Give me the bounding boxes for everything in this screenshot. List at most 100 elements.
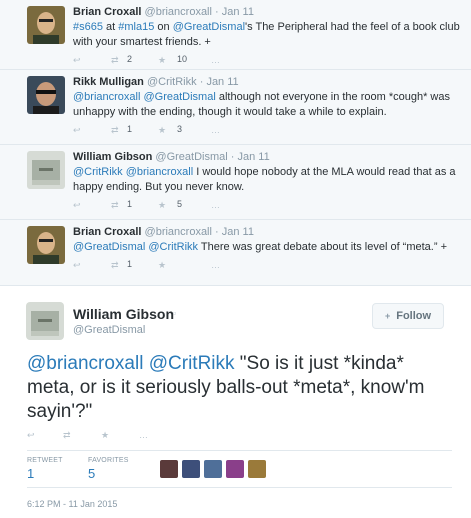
main-tweet: William Gibson ▫ @GreatDismal + Follow @…: [0, 286, 471, 518]
reply-icon[interactable]: ↩: [73, 56, 81, 65]
tweet-actions: ↩ ⇄ 2 ★ 10 …: [73, 54, 463, 68]
tweet-actions: ↩ ⇄ 1 ★ …: [73, 259, 463, 273]
hashtag-link[interactable]: #s665: [73, 21, 103, 33]
mention-link[interactable]: @GreatDismal: [143, 91, 215, 103]
retweet-icon[interactable]: ⇄: [111, 56, 119, 65]
tweet[interactable]: Rikk Mulligan @CritRikk · Jan 11 @brianc…: [0, 70, 471, 145]
mailbox-avatar-icon: [27, 151, 65, 189]
favorite-icon[interactable]: ★: [158, 261, 166, 270]
tweet-text: @briancroxall @GreatDismal although not …: [73, 90, 463, 120]
avatar[interactable]: [204, 460, 222, 478]
follow-label: Follow: [396, 310, 432, 322]
avatar[interactable]: [27, 151, 65, 189]
mention-link[interactable]: @briancroxall: [126, 166, 193, 178]
tweet-header: William Gibson @GreatDismal · Jan 11: [73, 151, 270, 163]
tweet-time[interactable]: Jan 11: [238, 151, 270, 163]
reply-icon[interactable]: ↩: [73, 126, 81, 135]
person-avatar-icon: [27, 76, 65, 114]
divider: [27, 487, 452, 488]
tweet-timestamp[interactable]: 6:12 PM - 11 Jan 2015: [27, 499, 117, 509]
tweet[interactable]: William Gibson @GreatDismal · Jan 11 @Cr…: [0, 145, 471, 220]
mention-link[interactable]: @GreatDismal: [173, 21, 245, 33]
avatar[interactable]: [182, 460, 200, 478]
favorite-count: 3: [177, 124, 183, 134]
avatar[interactable]: [27, 226, 65, 264]
tweet-actions: ↩ ⇄ 1 ★ 5 …: [73, 199, 463, 213]
text-span: There was great debate about its level o…: [198, 241, 447, 253]
conversation-thread: Brian Croxall @briancroxall · Jan 11 #s6…: [0, 0, 471, 286]
author-name[interactable]: William Gibson: [73, 151, 152, 163]
avatar[interactable]: [26, 302, 64, 340]
favorites-count: 5: [88, 466, 96, 481]
author-handle[interactable]: @GreatDismal: [73, 324, 145, 336]
author-name[interactable]: Brian Croxall: [73, 6, 141, 18]
tweet-actions: ↩ ⇄ ★ …: [27, 430, 447, 444]
author-name[interactable]: Rikk Mulligan: [73, 76, 144, 88]
mailbox-avatar-icon: [26, 302, 64, 340]
retweet-icon[interactable]: ⇄: [63, 430, 71, 441]
more-icon[interactable]: …: [211, 201, 220, 210]
person-avatar-icon: [27, 6, 65, 44]
favorites-label: FAVORITES: [88, 457, 129, 464]
author-handle[interactable]: @briancroxall: [145, 6, 212, 18]
favorite-icon[interactable]: ★: [101, 430, 109, 441]
tweet-text: @GreatDismal @CritRikk There was great d…: [73, 240, 463, 255]
more-icon[interactable]: …: [211, 56, 220, 65]
reply-icon[interactable]: ↩: [27, 430, 35, 441]
avatar[interactable]: [248, 460, 266, 478]
avatar[interactable]: [226, 460, 244, 478]
avatar[interactable]: [27, 76, 65, 114]
retweet-label: RETWEET: [27, 457, 63, 464]
follow-button[interactable]: + Follow: [372, 303, 444, 329]
more-icon[interactable]: …: [211, 261, 220, 270]
more-icon[interactable]: …: [211, 126, 220, 135]
tweet[interactable]: Brian Croxall @briancroxall · Jan 11 #s6…: [0, 0, 471, 70]
author-handle[interactable]: @CritRikk: [147, 76, 197, 88]
tweet-time[interactable]: Jan 11: [222, 6, 254, 18]
avatar[interactable]: [160, 460, 178, 478]
retweet-count: 1: [127, 259, 133, 269]
tweet-header: Brian Croxall @briancroxall · Jan 11: [73, 226, 254, 238]
author-handle[interactable]: @briancroxall: [145, 226, 212, 238]
mention-link[interactable]: @GreatDismal: [73, 241, 145, 253]
favorites-stat[interactable]: FAVORITES 5: [88, 457, 129, 481]
divider: [27, 450, 452, 451]
favorite-icon[interactable]: ★: [158, 56, 166, 65]
more-icon[interactable]: …: [139, 430, 148, 440]
follow-icon: +: [384, 311, 391, 321]
retweet-count: 1: [127, 124, 133, 134]
retweet-count: 2: [127, 54, 133, 64]
tweet-header: Rikk Mulligan @CritRikk · Jan 11: [73, 76, 239, 88]
reply-icon[interactable]: ↩: [73, 261, 81, 270]
text-span: at: [102, 21, 119, 33]
mention-link[interactable]: @CritRikk: [73, 166, 123, 178]
favorite-count: 10: [177, 54, 188, 64]
reply-icon[interactable]: ↩: [73, 201, 81, 210]
author-name[interactable]: Brian Croxall: [73, 226, 141, 238]
lock-icon: ▫: [173, 308, 177, 318]
favorite-icon[interactable]: ★: [158, 201, 166, 210]
tweet-text: @briancroxall @CritRikk "So is it just *…: [27, 352, 447, 424]
retweet-icon[interactable]: ⇄: [111, 201, 119, 210]
tweet-text: #s665 at #mla15 on @GreatDismal's The Pe…: [73, 20, 463, 50]
tweet-time[interactable]: Jan 11: [222, 226, 254, 238]
retweet-count: 1: [27, 466, 35, 481]
hashtag-link[interactable]: #mla15: [118, 21, 154, 33]
favorite-count: 5: [177, 199, 183, 209]
tweet-actions: ↩ ⇄ 1 ★ 3 …: [73, 124, 463, 138]
tweet[interactable]: Brian Croxall @briancroxall · Jan 11 @Gr…: [0, 220, 471, 286]
mention-link[interactable]: @briancroxall: [27, 353, 143, 374]
avatar[interactable]: [27, 6, 65, 44]
favorite-icon[interactable]: ★: [158, 126, 166, 135]
tweet-text: @CritRikk @briancroxall I would hope nob…: [73, 165, 463, 195]
retweet-stat[interactable]: RETWEET 1: [27, 457, 63, 481]
retweet-icon[interactable]: ⇄: [111, 261, 119, 270]
retweet-icon[interactable]: ⇄: [111, 126, 119, 135]
author-handle[interactable]: @GreatDismal: [155, 151, 227, 163]
mention-link[interactable]: @CritRikk: [149, 353, 235, 374]
tweet-time[interactable]: Jan 11: [206, 76, 238, 88]
person-avatar-icon: [27, 226, 65, 264]
mention-link[interactable]: @CritRikk: [148, 241, 198, 253]
author-name[interactable]: William Gibson: [73, 306, 174, 322]
mention-link[interactable]: @briancroxall: [73, 91, 140, 103]
